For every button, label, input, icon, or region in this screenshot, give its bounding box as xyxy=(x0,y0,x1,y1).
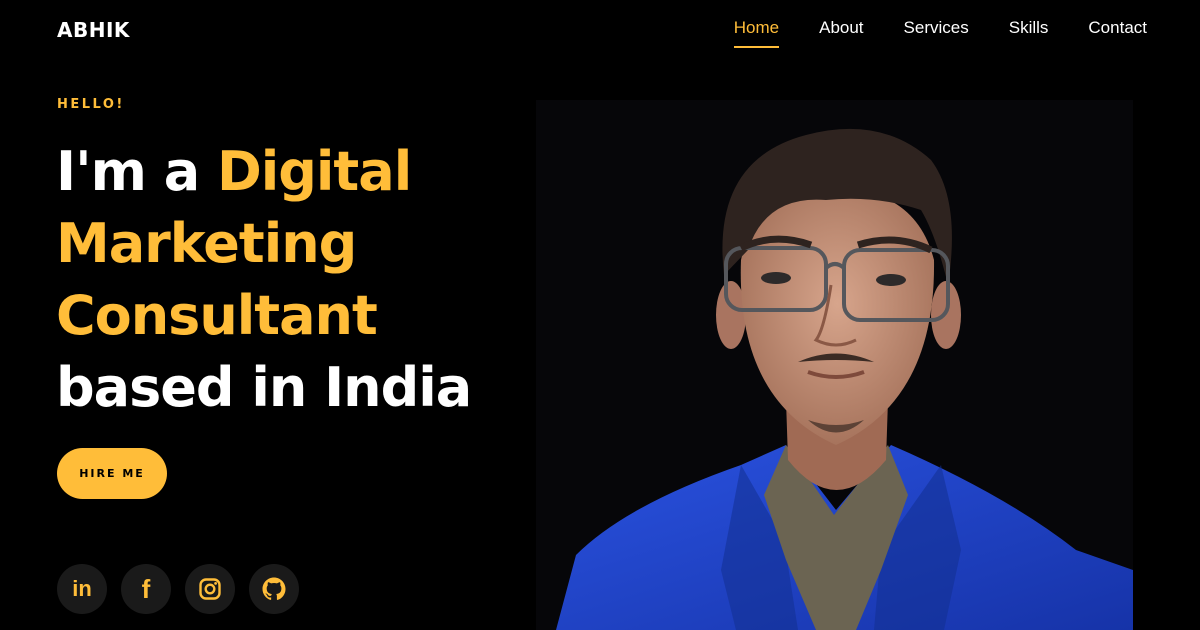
social-facebook[interactable]: f xyxy=(121,564,171,614)
site-logo[interactable]: ABHIK xyxy=(57,18,130,42)
social-instagram[interactable] xyxy=(185,564,235,614)
hero-portrait xyxy=(536,100,1133,630)
hero-greeting: HELLO! xyxy=(57,97,125,112)
hero-headline: I'm a Digital Marketing Consultant based… xyxy=(56,136,526,424)
headline-highlight-consultant: Consultant xyxy=(56,284,378,347)
social-linkedin[interactable]: in xyxy=(57,564,107,614)
github-icon xyxy=(262,577,286,600)
headline-highlight-marketing: Marketing xyxy=(56,212,357,275)
nav-link-skills[interactable]: Skills xyxy=(1009,18,1049,48)
portrait-illustration xyxy=(536,100,1133,630)
main-nav: Home About Services Skills Contact xyxy=(733,18,1147,48)
headline-location: based in India xyxy=(56,356,472,419)
headline-highlight-digital: Digital xyxy=(216,140,412,203)
headline-prefix: I'm a xyxy=(56,140,217,203)
instagram-icon xyxy=(199,578,221,600)
facebook-icon: f xyxy=(141,573,151,604)
nav-link-about[interactable]: About xyxy=(819,18,863,48)
hire-me-button[interactable]: HIRE ME xyxy=(57,448,167,499)
nav-link-services[interactable]: Services xyxy=(904,18,969,48)
social-github[interactable] xyxy=(249,564,299,614)
social-links: in f xyxy=(57,564,299,614)
nav-link-contact[interactable]: Contact xyxy=(1088,18,1147,48)
linkedin-icon: in xyxy=(72,576,92,601)
nav-link-home[interactable]: Home xyxy=(733,18,780,48)
